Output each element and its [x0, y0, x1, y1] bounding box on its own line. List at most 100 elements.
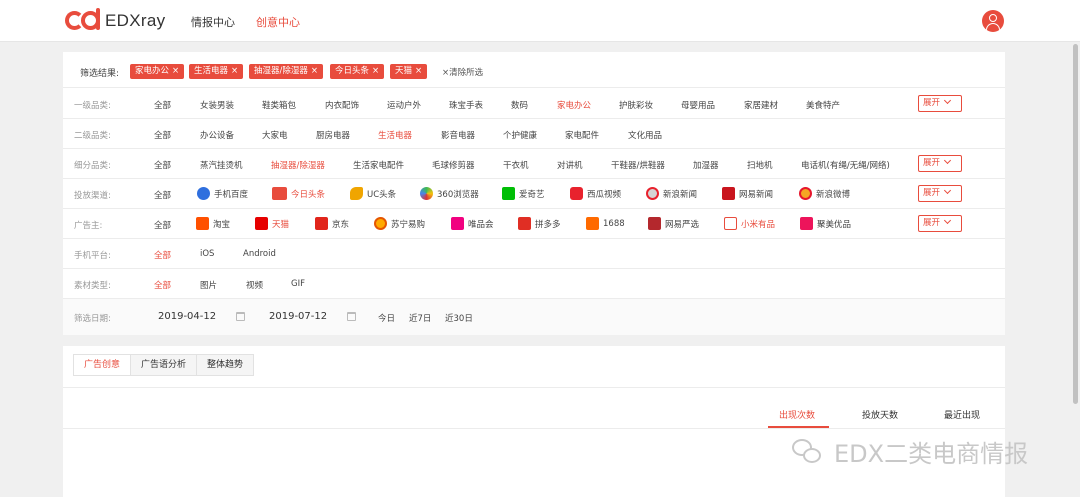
- channel-option-netease-news[interactable]: 网易新闻: [722, 187, 773, 200]
- advertiser-option-yanxuan[interactable]: 网易严选: [648, 217, 699, 230]
- calendar-icon[interactable]: [347, 312, 356, 321]
- user-avatar-icon[interactable]: [982, 10, 1004, 32]
- option-label: UC头条: [367, 189, 397, 200]
- tag-remove-icon[interactable]: ×: [372, 66, 379, 76]
- filter-option[interactable]: 图片: [200, 279, 217, 291]
- clear-all-button[interactable]: ×清除所选: [442, 66, 483, 78]
- quick-date-30d[interactable]: 近30日: [445, 312, 473, 324]
- filter-option[interactable]: 家居建材: [744, 99, 778, 111]
- filter-option[interactable]: 扫地机: [747, 159, 773, 171]
- nav-intel-center[interactable]: 情报中心: [191, 14, 235, 30]
- advertiser-option-jd[interactable]: 京东: [315, 217, 349, 230]
- advertiser-option-tmall-selected[interactable]: 天猫: [255, 217, 289, 230]
- wechat-icon: [792, 438, 822, 465]
- filter-option[interactable]: 鞋类箱包: [262, 99, 296, 111]
- tag-remove-icon[interactable]: ×: [415, 66, 422, 76]
- filter-option[interactable]: 全部: [154, 189, 171, 201]
- selected-tag[interactable]: 今日头条 ×: [330, 64, 385, 79]
- sort-by-days[interactable]: 投放天数: [862, 408, 898, 421]
- filter-option[interactable]: 对讲机: [557, 159, 583, 171]
- expand-button[interactable]: 展开: [918, 215, 962, 232]
- filter-option[interactable]: 全部: [154, 159, 171, 171]
- filter-option[interactable]: 毛球修剪器: [432, 159, 475, 171]
- filter-option[interactable]: 加湿器: [693, 159, 719, 171]
- filter-option[interactable]: 母婴用品: [681, 99, 715, 111]
- advertiser-option-jumei[interactable]: 聚美优品: [800, 217, 851, 230]
- filter-option[interactable]: iOS: [200, 249, 214, 259]
- advertiser-option-youpin-selected[interactable]: 小米有品: [724, 217, 775, 230]
- filter-option[interactable]: 全部: [154, 219, 171, 231]
- expand-button[interactable]: 展开: [918, 155, 962, 172]
- filter-option[interactable]: 文化用品: [628, 129, 662, 141]
- tag-remove-icon[interactable]: ×: [311, 66, 318, 76]
- filter-option[interactable]: 珠宝手表: [449, 99, 483, 111]
- edxray-logo[interactable]: EDXray: [65, 8, 165, 33]
- filter-option-selected[interactable]: 家电办公: [557, 99, 591, 111]
- option-label: 爱奇艺: [519, 189, 545, 200]
- divider: [63, 428, 1005, 429]
- quick-date-today[interactable]: 今日: [378, 312, 395, 324]
- filter-option[interactable]: 厨房电器: [316, 129, 350, 141]
- filter-option[interactable]: 生活家电配件: [353, 159, 404, 171]
- tab-overall-trend[interactable]: 整体趋势: [197, 355, 254, 375]
- nav-creative-center[interactable]: 创意中心: [256, 14, 300, 30]
- filter-option[interactable]: 女装男装: [200, 99, 234, 111]
- filter-option[interactable]: 蒸汽挂烫机: [200, 159, 243, 171]
- advertiser-option-suning[interactable]: 苏宁易购: [374, 217, 425, 230]
- filter-row-platform: 手机平台: 全部 iOS Android: [63, 239, 1005, 269]
- tag-remove-icon[interactable]: ×: [172, 66, 179, 76]
- filter-option[interactable]: 美食特产: [806, 99, 840, 111]
- filter-option-selected[interactable]: 抽湿器/除湿器: [271, 159, 325, 171]
- quick-date-7d[interactable]: 近7日: [409, 312, 431, 324]
- filter-option[interactable]: Android: [243, 249, 276, 259]
- start-date-field[interactable]: 2019-04-12: [158, 311, 216, 322]
- filter-option[interactable]: 干鞋器/烘鞋器: [611, 159, 665, 171]
- selected-tag[interactable]: 抽湿器/除湿器 ×: [249, 64, 323, 79]
- tab-ad-creative[interactable]: 广告创意: [74, 355, 132, 375]
- selected-tag[interactable]: 生活电器 ×: [189, 64, 244, 79]
- end-date-field[interactable]: 2019-07-12: [269, 311, 327, 322]
- filter-option[interactable]: 全部: [154, 129, 171, 141]
- filter-option[interactable]: 运动户外: [387, 99, 421, 111]
- channel-option-toutiao-selected[interactable]: 今日头条: [272, 187, 325, 200]
- filter-result-label: 筛选结果:: [80, 69, 120, 79]
- selected-tag[interactable]: 天猫 ×: [390, 64, 428, 79]
- filter-option[interactable]: 办公设备: [200, 129, 234, 141]
- expand-button[interactable]: 展开: [918, 185, 962, 202]
- selected-tag[interactable]: 家电办公 ×: [130, 64, 185, 79]
- channel-option-xigua[interactable]: 西瓜视频: [570, 187, 621, 200]
- channel-option-weibo[interactable]: 新浪微博: [799, 187, 850, 200]
- tag-label: 家电办公: [135, 66, 170, 76]
- filter-option[interactable]: 个护健康: [503, 129, 537, 141]
- advertiser-option-vip[interactable]: 唯品会: [451, 217, 494, 230]
- filter-option[interactable]: 干衣机: [503, 159, 529, 171]
- calendar-icon[interactable]: [236, 312, 245, 321]
- channel-option-sina-news[interactable]: 新浪新闻: [646, 187, 697, 200]
- filter-option[interactable]: GIF: [291, 279, 305, 289]
- filter-option[interactable]: 影音电器: [441, 129, 475, 141]
- filter-option[interactable]: 电话机(有绳/无绳/网络): [801, 159, 890, 171]
- advertiser-option-pdd[interactable]: 拼多多: [518, 217, 561, 230]
- advertiser-option-1688[interactable]: 1688: [586, 217, 625, 230]
- expand-button[interactable]: 展开: [918, 95, 962, 112]
- tag-remove-icon[interactable]: ×: [231, 66, 238, 76]
- channel-option-uc[interactable]: UC头条: [350, 187, 396, 200]
- sort-by-recent[interactable]: 最近出现: [944, 408, 980, 421]
- channel-option-360[interactable]: 360浏览器: [420, 187, 479, 200]
- filter-option-selected[interactable]: 生活电器: [378, 129, 412, 141]
- channel-option-iqiyi[interactable]: 爱奇艺: [502, 187, 545, 200]
- filter-option[interactable]: 数码: [511, 99, 528, 111]
- filter-option-selected[interactable]: 全部: [154, 249, 171, 261]
- filter-option[interactable]: 视频: [246, 279, 263, 291]
- filter-option[interactable]: 护肤彩妆: [619, 99, 653, 111]
- advertiser-option-taobao[interactable]: 淘宝: [196, 217, 230, 230]
- filter-option[interactable]: 家电配件: [565, 129, 599, 141]
- filter-option[interactable]: 内衣配饰: [325, 99, 359, 111]
- filter-option[interactable]: 全部: [154, 99, 171, 111]
- filter-option[interactable]: 大家电: [262, 129, 288, 141]
- sort-by-occurrence[interactable]: 出现次数: [779, 408, 815, 421]
- tab-slogan-analysis[interactable]: 广告语分析: [131, 355, 198, 375]
- channel-option-baidu[interactable]: 手机百度: [197, 187, 248, 200]
- filter-option-selected[interactable]: 全部: [154, 279, 171, 291]
- scrollbar-thumb[interactable]: [1073, 44, 1078, 404]
